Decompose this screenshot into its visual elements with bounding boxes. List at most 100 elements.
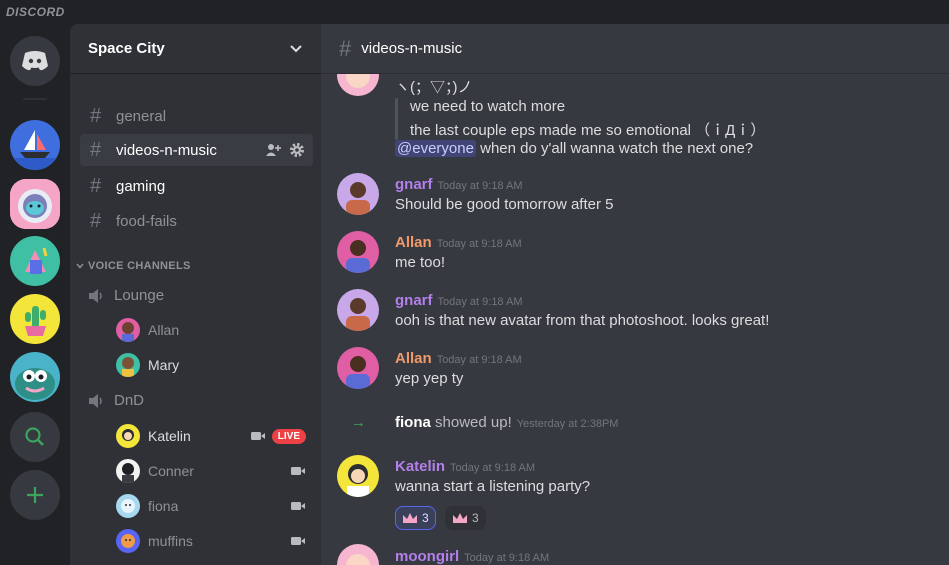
voice-user-conner[interactable]: Conner (116, 459, 306, 483)
system-message: fiona showed up! Yesterday at 2:38PM (395, 414, 619, 431)
timestamp: Today at 9:18 AM (450, 462, 536, 474)
server-cactus[interactable] (10, 294, 60, 344)
video-camera-icon (291, 502, 305, 510)
sailboat-icon (10, 130, 60, 170)
voice-user-katelin[interactable]: Katelin LIVE (116, 424, 306, 448)
server-green[interactable] (10, 236, 60, 286)
chevron-down-icon (76, 263, 84, 269)
channel-label: general (116, 107, 167, 125)
message-text: me too! (395, 254, 446, 271)
avatar (116, 494, 140, 518)
message-text: Should be good tomorrow after 5 (395, 196, 614, 213)
explore-servers-button[interactable] (10, 412, 60, 462)
voice-user-name: muffins (148, 533, 193, 549)
username[interactable]: gnarf (395, 292, 433, 309)
channel-videos-n-music[interactable]: # videos-n-music (80, 134, 313, 166)
message-header: Katelin Today at 9:18 AM (395, 458, 535, 475)
channel-tools (265, 142, 305, 158)
discord-logo-icon (22, 51, 48, 71)
avatar[interactable] (337, 347, 379, 389)
video-camera-icon (250, 432, 265, 440)
quote-line: we need to watch more (410, 98, 566, 115)
voice-user-muffins[interactable]: muffins (116, 529, 306, 553)
avatar[interactable] (337, 173, 379, 215)
cactus-icon (25, 306, 46, 336)
reaction-count: 3 (472, 511, 479, 525)
add-member-icon[interactable] (265, 142, 281, 158)
voice-user-name: Katelin (148, 428, 191, 444)
hash-icon: # (90, 209, 102, 232)
channel-general[interactable]: # general (80, 100, 313, 132)
avatar[interactable] (337, 289, 379, 331)
monster-icon (15, 368, 55, 400)
reaction-crown[interactable]: 3 (445, 506, 486, 530)
chevron-down-icon (290, 44, 302, 52)
avatar[interactable] (337, 544, 379, 565)
voice-channel-label: DnD (114, 392, 145, 409)
timestamp: Yesterday at 2:38PM (516, 418, 619, 430)
timestamp: Today at 9:18 AM (437, 296, 523, 308)
avatar (116, 529, 140, 553)
timestamp: Today at 9:18 AM (464, 552, 550, 564)
timestamp: Today at 9:18 AM (436, 238, 522, 250)
app-wordmark: DISCORD (6, 5, 65, 19)
add-server-button[interactable] (10, 470, 60, 520)
speaker-icon (89, 288, 102, 303)
timestamp: Today at 9:18 AM (436, 354, 522, 366)
username[interactable]: Allan (395, 234, 432, 251)
username[interactable]: Allan (395, 350, 432, 367)
rail-separator (23, 98, 47, 100)
voice-channel-label: Lounge (114, 287, 165, 304)
message-header: Allan Today at 9:18 AM (395, 234, 522, 251)
chat-pane: # videos-n-music ヽ(；▽；)ノ we need to watc… (321, 24, 949, 565)
message-list[interactable]: ヽ(；▽；)ノ we need to watch more the last c… (321, 74, 949, 565)
search-icon (25, 427, 44, 446)
video-camera-icon (291, 537, 305, 545)
channel-gaming[interactable]: # gaming (80, 170, 313, 202)
voice-category[interactable]: VOICE CHANNELS (76, 260, 191, 272)
voice-user-allan[interactable]: Allan (116, 318, 306, 342)
stream-status: LIVE (250, 428, 306, 444)
voice-user-name: Allan (148, 322, 180, 338)
reaction-count: 3 (422, 511, 429, 525)
avatar[interactable] (337, 455, 379, 497)
crown-icon (453, 513, 467, 523)
avatar (116, 318, 140, 342)
speaker-icon (89, 393, 102, 408)
voice-channel-lounge[interactable]: Lounge (88, 287, 164, 304)
voice-channel-dnd[interactable]: DnD (88, 392, 144, 409)
avatar (116, 353, 140, 377)
video-camera-icon (291, 467, 305, 475)
voice-user-name: fiona (148, 498, 179, 514)
username[interactable]: gnarf (395, 176, 433, 193)
gear-icon[interactable] (289, 142, 305, 158)
voice-user-mary[interactable]: Mary (116, 353, 306, 377)
title-bar: DISCORD (0, 0, 949, 24)
username[interactable]: moongirl (395, 548, 459, 565)
avatar (116, 424, 140, 448)
plus-icon (27, 487, 43, 503)
server-boat[interactable] (10, 120, 60, 170)
home-button[interactable] (10, 36, 60, 86)
join-arrow-icon: → (351, 414, 366, 431)
server-monster[interactable] (10, 352, 60, 402)
message-header: moongirl Today at 9:18 AM (395, 548, 549, 565)
reaction-crown[interactable]: 3 (395, 506, 436, 530)
message-text: wanna start a listening party? (395, 478, 591, 495)
hash-icon: # (90, 174, 102, 197)
hash-icon: # (90, 138, 102, 161)
message-header: gnarf Today at 9:18 AM (395, 292, 523, 309)
system-username[interactable]: fiona (395, 414, 431, 431)
server-space-city[interactable] (10, 179, 60, 229)
mention-everyone[interactable]: @everyone (395, 140, 476, 157)
username[interactable]: Katelin (395, 458, 445, 475)
quote-bar (395, 98, 398, 140)
server-header[interactable]: Space City (70, 24, 321, 74)
channel-food-fails[interactable]: # food-fails (80, 205, 313, 237)
voice-user-fiona[interactable]: fiona (116, 494, 306, 518)
message-text: @everyone when do y'all wanna watch the … (395, 140, 754, 157)
voice-category-label: VOICE CHANNELS (88, 260, 191, 272)
chat-header: # videos-n-music (321, 24, 949, 74)
avatar[interactable] (337, 231, 379, 273)
discord-window: DISCORD Space City # general # videos-n-… (0, 0, 949, 565)
